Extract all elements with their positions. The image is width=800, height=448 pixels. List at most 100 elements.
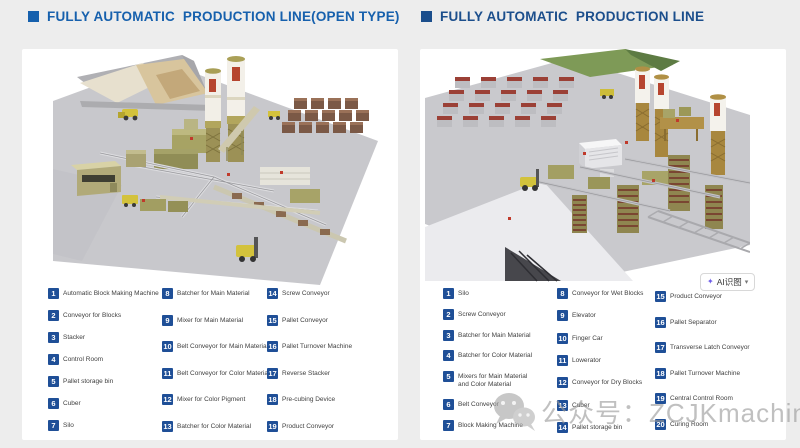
legend-number-badge: 2 [443, 309, 454, 320]
legend-item-label: Mixers for Main Material and Color Mater… [458, 371, 527, 389]
legend-number-badge: 18 [655, 368, 666, 379]
legend-number-badge: 12 [557, 377, 568, 388]
wechat-icon [492, 390, 536, 432]
legend-item-label: Product Conveyor [670, 291, 722, 301]
legend-number-badge: 3 [48, 332, 59, 343]
production-line-illustration [425, 49, 750, 285]
legend-item: 19 Product Conveyor [267, 421, 417, 432]
legend-item: 14 Screw Conveyor [267, 288, 417, 299]
legend-number-badge: 19 [267, 421, 278, 432]
legend-item-label: Pallet Turnover Machine [670, 368, 740, 378]
legend-number-badge: 8 [162, 288, 173, 299]
legend-number-badge: 6 [48, 398, 59, 409]
legend-item-label: Control Room [63, 354, 103, 364]
legend-number-badge: 15 [655, 291, 666, 302]
legend-item-label: Batcher for Main Material [458, 330, 531, 340]
legend-item-label: Batcher for Main Material [177, 288, 250, 298]
legend-number-badge: 8 [557, 288, 568, 299]
silo [205, 68, 221, 162]
legend-item-label: Stacker [63, 332, 85, 342]
ai-image-recognition-button[interactable]: ✦ AI识图 ▾ [700, 273, 755, 291]
legend-item-label: Lowerator [572, 355, 601, 365]
legend-item-label: Conveyor for Wet Blocks [572, 288, 643, 298]
legend-number-badge: 4 [48, 354, 59, 365]
panel-title-closed-type: FULLY AUTOMATIC PRODUCTION LINE [421, 9, 704, 24]
legend-number-badge: 7 [48, 420, 59, 431]
legend-item-label: Screw Conveyor [282, 288, 330, 298]
legend-item-label: Mixer for Main Material [177, 315, 243, 325]
legend-item-label: Reverse Stacker [282, 368, 330, 378]
legend-number-badge: 3 [443, 330, 454, 341]
watermark-text: 公众号：ZCJKmachine [541, 393, 800, 430]
legend-item-label: Conveyor for Blocks [63, 310, 121, 320]
legend-item-label: Screw Conveyor [458, 309, 506, 319]
legend-number-badge: 10 [557, 333, 568, 344]
legend-number-badge: 6 [443, 399, 454, 410]
legend-number-badge: 15 [267, 315, 278, 326]
chevron-down-icon: ▾ [745, 279, 749, 286]
legend-item-label: Belt Conveyor for Main Material [177, 341, 268, 351]
legend-number-badge: 13 [162, 421, 173, 432]
elevator-rack [705, 185, 723, 229]
legend-item-label: Pre-cubing Device [282, 394, 335, 404]
legend-item: 17 Transverse Latch Conveyor [655, 342, 800, 353]
legend-item-label: Pallet Conveyor [282, 315, 328, 325]
watermark: 公众号：ZCJKmachine [492, 390, 800, 432]
legend-number-badge: 2 [48, 310, 59, 321]
legend-item-label: Transverse Latch Conveyor [670, 342, 750, 352]
title-bullet-icon [28, 11, 39, 22]
legend-item-label: Automatic Block Making Machine [63, 288, 159, 298]
legend-number-badge: 17 [655, 342, 666, 353]
legend-item: 18 Pallet Turnover Machine [655, 368, 800, 379]
ai-badge-label: AI识图 [717, 276, 742, 288]
legend-item: 16 Pallet Separator [655, 317, 800, 328]
sparkle-icon: ✦ [707, 278, 714, 286]
legend-item-label: Conveyor for Dry Blocks [572, 377, 642, 387]
legend-number-badge: 17 [267, 368, 278, 379]
legend-column-left-3: 14 Screw Conveyor 15 Pallet Conveyor 16 Pal… [267, 288, 417, 432]
legend-number-badge: 11 [557, 355, 568, 366]
legend-number-badge: 11 [162, 368, 173, 379]
legend-number-badge: 14 [267, 288, 278, 299]
panel-title-text: FULLY AUTOMATIC PRODUCTION LINE [440, 9, 704, 24]
legend-number-badge: 18 [267, 394, 278, 405]
legend-number-badge: 16 [655, 317, 666, 328]
legend-number-badge: 10 [162, 341, 173, 352]
legend-item-label: Mixer for Color Pigment [177, 394, 245, 404]
legend-number-badge: 1 [443, 288, 454, 299]
production-line-illustration-open-type [22, 49, 398, 285]
elevator-rack [668, 155, 690, 211]
legend-item-label: Product Conveyor [282, 421, 334, 431]
legend-item-label: Silo [63, 420, 74, 430]
legend-number-badge: 5 [443, 371, 454, 382]
legend-item-label: Cuber [63, 398, 81, 408]
legend-number-badge: 9 [162, 315, 173, 326]
legend-number-badge: 5 [48, 376, 59, 387]
legend-item-label: Elevator [572, 310, 596, 320]
legend-number-badge: 9 [557, 310, 568, 321]
silo [710, 94, 726, 175]
legend-item: 15 Product Conveyor [655, 291, 800, 302]
legend-number-badge: 1 [48, 288, 59, 299]
legend-item-label: Batcher for Color Material [458, 350, 532, 360]
page: FULLY AUTOMATIC PRODUCTION LINE(OPEN TYP… [0, 0, 800, 448]
legend-number-badge: 12 [162, 394, 173, 405]
legend-item-label: Pallet Turnover Machine [282, 341, 352, 351]
silo [635, 66, 650, 141]
legend-item-label: Batcher for Color Material [177, 421, 251, 431]
elevator-rack [572, 195, 587, 233]
legend-item-label: Silo [458, 288, 469, 298]
legend-number-badge: 7 [443, 420, 454, 431]
elevator-rack [617, 185, 639, 233]
legend-item: 15 Pallet Conveyor [267, 315, 417, 326]
legend-item-label: Pallet storage bin [63, 376, 113, 386]
title-bullet-icon [421, 11, 432, 22]
legend-item: 18 Pre-cubing Device [267, 394, 417, 405]
panel-title-text: FULLY AUTOMATIC PRODUCTION LINE(OPEN TYP… [47, 9, 400, 24]
legend-item: 17 Reverse Stacker [267, 368, 417, 379]
legend-number-badge: 16 [267, 341, 278, 352]
legend-item-label: Finger Car [572, 333, 603, 343]
legend-item: 16 Pallet Turnover Machine [267, 341, 417, 352]
panel-title-open-type: FULLY AUTOMATIC PRODUCTION LINE(OPEN TYP… [28, 9, 400, 24]
legend-item-label: Pallet Separator [670, 317, 717, 327]
